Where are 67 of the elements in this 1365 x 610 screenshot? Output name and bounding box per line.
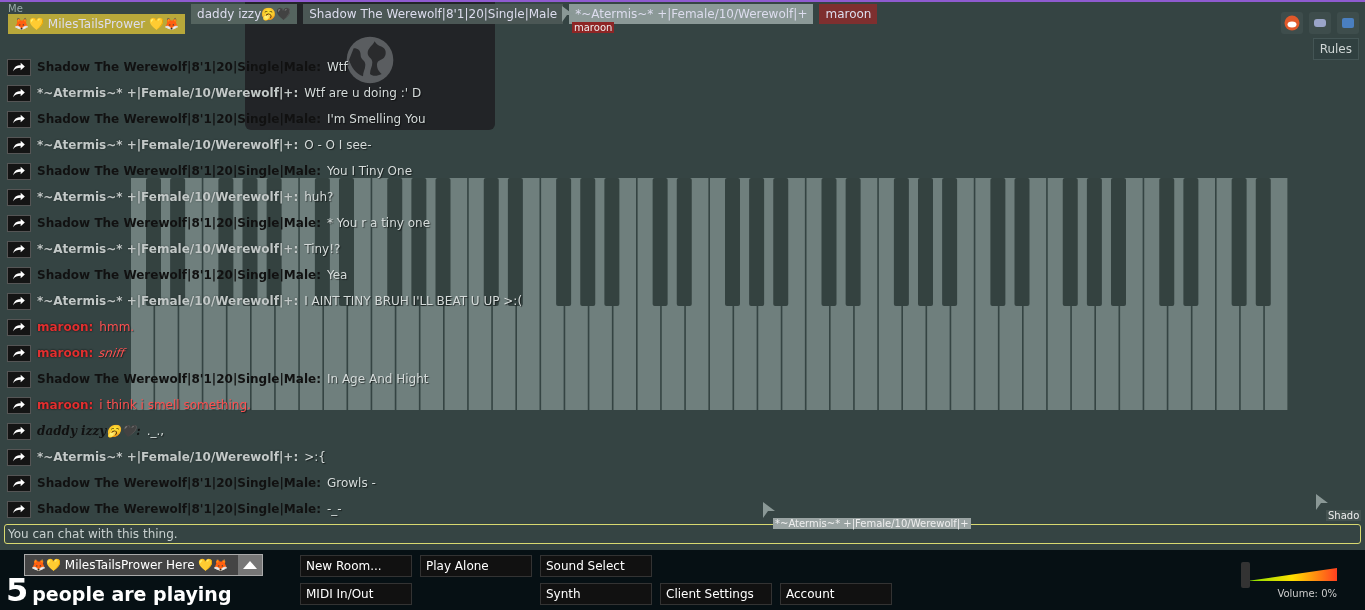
participant-name[interactable]: daddy izzy🥱🖤 <box>191 4 298 24</box>
volume-label: Volume: 0% <box>1277 587 1337 599</box>
chat-author: *~Atermis~* +|Female/10/Werewolf|+: <box>37 138 299 152</box>
chat-message: ._., <box>146 424 165 438</box>
reply-icon[interactable] <box>7 474 31 492</box>
room-select[interactable]: 🦊💛 MilesTailsPrower Here 💛🦊 <box>24 554 264 576</box>
reply-icon[interactable] <box>7 318 31 336</box>
chat-message: You I Tiny One <box>326 164 413 178</box>
menu-button[interactable]: New Room... <box>300 555 412 577</box>
reply-icon[interactable] <box>7 84 31 102</box>
cursor-icon <box>1316 494 1328 510</box>
volume-slider[interactable] <box>1241 561 1337 588</box>
caret-icon <box>238 555 263 575</box>
reply-icon[interactable] <box>7 370 31 388</box>
chat-message: Yea <box>326 268 348 282</box>
menu-button[interactable]: Client Settings <box>660 583 772 605</box>
chat-message: hmm. <box>99 320 135 334</box>
chat-message: Wtf <box>326 60 348 74</box>
chat-message: i think i smell something. <box>99 398 251 412</box>
chat-message: * You r a tiny one <box>326 216 431 230</box>
chat-message: Growls - <box>326 476 376 490</box>
chat-message: -_- <box>326 502 342 516</box>
menu-button[interactable]: Sound Select <box>540 555 652 577</box>
reply-icon[interactable] <box>7 448 31 466</box>
chat-author: *~Atermis~* +|Female/10/Werewolf|+: <box>37 242 299 256</box>
reply-icon[interactable] <box>7 266 31 284</box>
chat-author: *~Atermis~* +|Female/10/Werewolf|+: <box>37 294 299 308</box>
reply-icon[interactable] <box>7 110 31 128</box>
menu-button[interactable]: Play Alone <box>420 555 532 577</box>
reply-icon[interactable] <box>7 136 31 154</box>
reply-icon[interactable] <box>7 214 31 232</box>
reply-icon[interactable] <box>7 240 31 258</box>
reply-icon[interactable] <box>7 396 31 414</box>
chat-message: O - O I see- <box>304 138 372 152</box>
chat-message: In Age And Hight <box>326 372 429 386</box>
player-count-label: people are playing <box>32 583 232 605</box>
reply-icon[interactable] <box>7 292 31 310</box>
chat-author: *~Atermis~* +|Female/10/Werewolf|+: <box>37 450 299 464</box>
chat-author: maroon: <box>37 320 94 334</box>
reply-icon[interactable] <box>7 58 31 76</box>
cursor-label: Shado <box>1326 510 1362 521</box>
cursor-label: *~Atermis~* +|Female/10/Werewolf|+ <box>773 518 971 529</box>
chat-message: Wtf are u doing :' D <box>304 86 422 100</box>
cursor-label: maroon <box>572 22 615 33</box>
me-label: Me <box>8 4 23 14</box>
rules-button[interactable]: Rules <box>1312 38 1359 60</box>
reply-icon[interactable] <box>7 188 31 206</box>
participant-name[interactable]: Shadow The Werewolf|8'1|20|Single|Male <box>303 4 564 24</box>
player-count: 5 <box>6 574 29 606</box>
cursor-icon <box>763 502 775 518</box>
chat-message: huh? <box>304 190 334 204</box>
chat-author: maroon: <box>37 346 94 360</box>
reply-icon[interactable] <box>7 500 31 518</box>
volume-wedge-icon <box>1247 567 1337 582</box>
menu-button[interactable]: Synth <box>540 583 652 605</box>
chat-author: *~Atermis~* +|Female/10/Werewolf|+: <box>37 190 299 204</box>
chat-message: sniff <box>98 346 127 360</box>
reply-icon[interactable] <box>7 422 31 440</box>
menu-button[interactable]: MIDI In/Out <box>300 583 412 605</box>
reply-icon[interactable] <box>7 162 31 180</box>
chat-author: *~Atermis~* +|Female/10/Werewolf|+: <box>37 86 299 100</box>
participant-name[interactable]: maroon <box>819 4 878 24</box>
menu-button[interactable]: Account <box>780 583 892 605</box>
chat-message: I'm Smelling You <box>326 112 426 126</box>
chat-author: maroon: <box>37 398 94 412</box>
reply-icon[interactable] <box>7 344 31 362</box>
chat-message: >:{ <box>304 450 326 464</box>
